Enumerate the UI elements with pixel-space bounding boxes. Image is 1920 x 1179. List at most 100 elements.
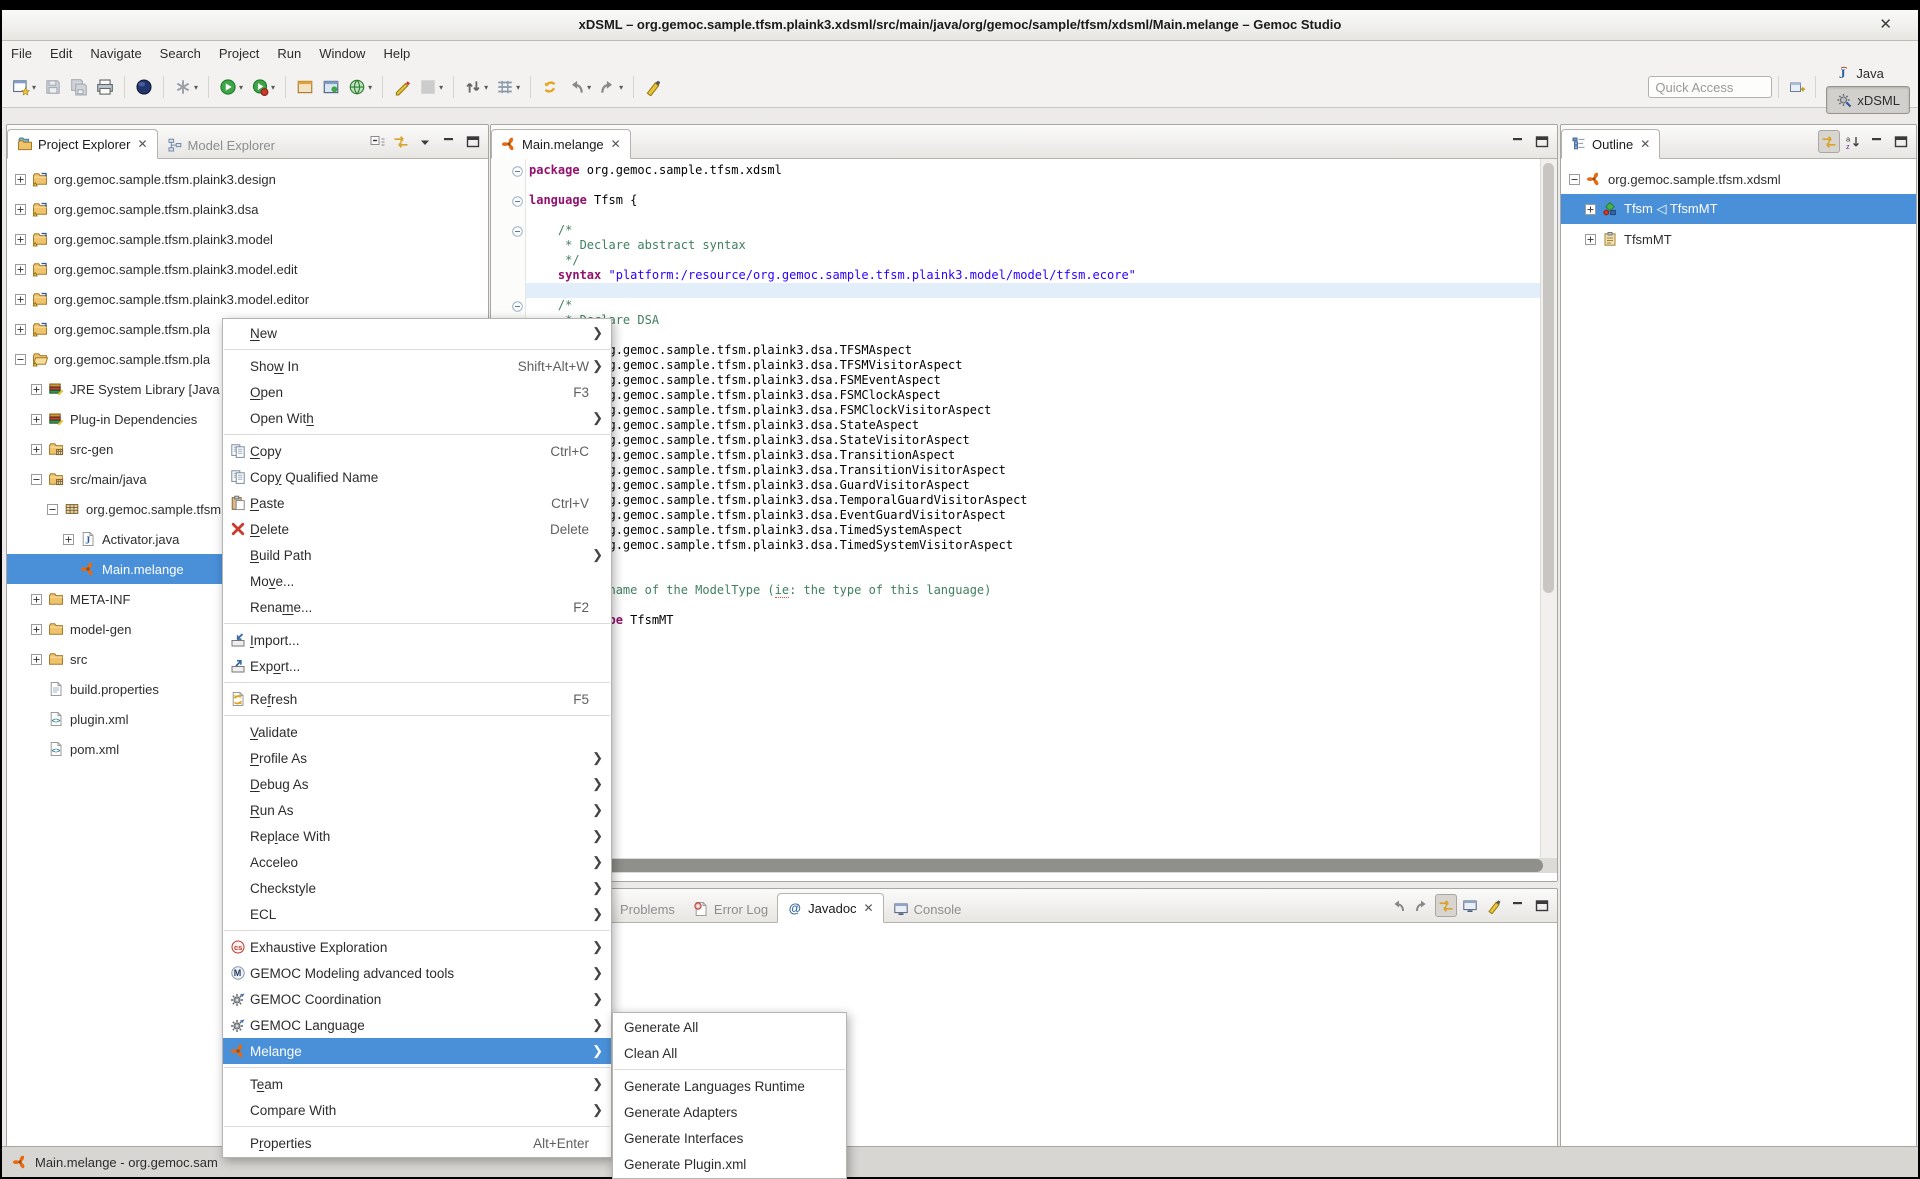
max-button[interactable] xyxy=(462,130,484,153)
menu-item-generate-plugin-xml[interactable]: Generate Plugin.xml xyxy=(613,1151,846,1177)
expand-expander-icon[interactable] xyxy=(31,594,42,605)
expand-expander-icon[interactable] xyxy=(31,414,42,425)
menu-item-generate-languages-runtime[interactable]: Generate Languages Runtime xyxy=(613,1073,846,1099)
menu-item-ecl[interactable]: ECL❯ xyxy=(223,901,611,927)
menu-item-open[interactable]: OpenF3 xyxy=(223,379,611,405)
expand-expander-icon[interactable] xyxy=(15,234,26,245)
collapse-expander-icon[interactable] xyxy=(15,354,26,365)
project-item-org-gemoc-sample-tfsm-plaink3-model[interactable]: org.gemoc.sample.tfsm.plaink3.model xyxy=(7,224,488,254)
close-tab-icon[interactable]: ✕ xyxy=(864,901,874,915)
menu-item-checkstyle[interactable]: Checkstyle❯ xyxy=(223,875,611,901)
menu-item-properties[interactable]: PropertiesAlt+Enter xyxy=(223,1130,611,1156)
expand-expander-icon[interactable] xyxy=(1585,234,1596,245)
expand-expander-icon[interactable] xyxy=(15,264,26,275)
menu-item-generate-interfaces[interactable]: Generate Interfaces xyxy=(613,1125,846,1151)
expand-expander-icon[interactable] xyxy=(31,384,42,395)
bottom-tab-console[interactable]: Console xyxy=(884,895,971,923)
new-gemoc-project-button[interactable] xyxy=(293,75,317,99)
expand-expander-icon[interactable] xyxy=(15,174,26,185)
menubar-item-project[interactable]: Project xyxy=(210,41,268,67)
editor-vertical-scrollbar[interactable] xyxy=(1540,159,1557,858)
explorer-tab-model-explorer[interactable]: Model Explorer xyxy=(158,131,284,159)
menu-item-open-with[interactable]: Open With❯ xyxy=(223,405,611,431)
editor-tab-main-melange[interactable]: Main.melange✕ xyxy=(491,129,631,159)
menu-item-debug-as[interactable]: Debug As❯ xyxy=(223,771,611,797)
bottom-tab-javadoc[interactable]: @Javadoc✕ xyxy=(777,893,883,923)
new-window-button[interactable] xyxy=(319,75,343,99)
menu-item-delete[interactable]: DeleteDelete xyxy=(223,516,611,542)
explorer-tab-project-explorer[interactable]: Project Explorer✕ xyxy=(7,129,158,159)
menu-item-validate[interactable]: Validate xyxy=(223,719,611,745)
save-all-button[interactable] xyxy=(67,75,91,99)
menu-item-rename-[interactable]: Rename...F2 xyxy=(223,594,611,620)
highlighter-button[interactable] xyxy=(641,75,665,99)
dropdown-arrow-icon[interactable]: ▾ xyxy=(484,83,488,92)
menu-item-refresh[interactable]: RefreshF5 xyxy=(223,686,611,712)
last-edit-button[interactable] xyxy=(538,75,562,99)
fold-collapse-icon[interactable] xyxy=(512,195,523,206)
max-button[interactable] xyxy=(1531,130,1553,153)
menu-item-import-[interactable]: Import... xyxy=(223,627,611,653)
expand-expander-icon[interactable] xyxy=(15,294,26,305)
menubar-item-navigate[interactable]: Navigate xyxy=(81,41,150,67)
menu-item-gemoc-modeling-advanced-tools[interactable]: MGEMOC Modeling advanced tools❯ xyxy=(223,960,611,986)
java-sphere-button[interactable] xyxy=(132,75,156,99)
dropdown-arrow-icon[interactable]: ▾ xyxy=(32,83,36,92)
expand-expander-icon[interactable] xyxy=(1585,204,1596,215)
console-button[interactable] xyxy=(1459,894,1481,917)
palette-button[interactable]: ▾ xyxy=(416,75,446,99)
menu-item-exhaustive-exploration[interactable]: csExhaustive Exploration❯ xyxy=(223,934,611,960)
expand-expander-icon[interactable] xyxy=(15,204,26,215)
menu-item-profile-as[interactable]: Profile As❯ xyxy=(223,745,611,771)
min-button[interactable] xyxy=(1507,130,1529,153)
dropdown-arrow-icon[interactable]: ▾ xyxy=(587,83,591,92)
sort-az-button[interactable]: az xyxy=(1842,130,1864,153)
min-button[interactable] xyxy=(438,130,460,153)
close-tab-icon[interactable]: ✕ xyxy=(137,137,147,151)
menu-item-clean-all[interactable]: Clean All xyxy=(613,1040,846,1066)
max-button[interactable] xyxy=(1531,894,1553,917)
open-perspective-button[interactable] xyxy=(1786,76,1808,98)
collapse-expander-icon[interactable] xyxy=(1569,174,1580,185)
back-button[interactable] xyxy=(1387,894,1409,917)
back-button[interactable]: ▾ xyxy=(564,75,594,99)
menu-item-team[interactable]: Team❯ xyxy=(223,1071,611,1097)
menu-item-paste[interactable]: PasteCtrl+V xyxy=(223,490,611,516)
menu-item-gemoc-coordination[interactable]: GEMOC Coordination❯ xyxy=(223,986,611,1012)
link-editor-button[interactable] xyxy=(1818,130,1840,153)
perspective-button-java[interactable]: JJava xyxy=(1826,60,1910,86)
window-close-button[interactable]: ✕ xyxy=(1879,10,1892,40)
dropdown-arrow-icon[interactable]: ▾ xyxy=(439,83,443,92)
expand-expander-icon[interactable] xyxy=(31,624,42,635)
menu-item-copy-qualified-name[interactable]: Copy Qualified Name xyxy=(223,464,611,490)
project-item-org-gemoc-sample-tfsm-plaink3-design[interactable]: org.gemoc.sample.tfsm.plaink3.design xyxy=(7,164,488,194)
menu-item-compare-with[interactable]: Compare With❯ xyxy=(223,1097,611,1123)
dropdown-arrow-icon[interactable]: ▾ xyxy=(271,83,275,92)
collapse-all-button[interactable] xyxy=(366,130,388,153)
highlighter-button[interactable] xyxy=(1483,894,1505,917)
dropdown-arrow-icon[interactable]: ▾ xyxy=(194,83,198,92)
menu-item-generate-adapters[interactable]: Generate Adapters xyxy=(613,1099,846,1125)
fold-collapse-icon[interactable] xyxy=(512,300,523,311)
dropdown-arrow-icon[interactable]: ▾ xyxy=(239,83,243,92)
dropdown-arrow-icon[interactable]: ▾ xyxy=(516,83,520,92)
expand-expander-icon[interactable] xyxy=(31,444,42,455)
forward-button[interactable] xyxy=(1411,894,1433,917)
menu-item-melange[interactable]: Melange❯ xyxy=(223,1038,611,1064)
new-wizard-button[interactable]: ▾ xyxy=(9,75,39,99)
expand-expander-icon[interactable] xyxy=(31,654,42,665)
outline-tab-outline[interactable]: Outline✕ xyxy=(1561,129,1660,159)
bottom-tab-problems[interactable]: Problems xyxy=(611,895,684,923)
menubar-item-edit[interactable]: Edit xyxy=(41,41,81,67)
collapse-expander-icon[interactable] xyxy=(31,474,42,485)
outline-item-tfsm-tfsmmt[interactable]: Tfsm ◁ TfsmMT xyxy=(1561,194,1916,224)
editor-horizontal-scrollbar[interactable] xyxy=(491,858,1557,873)
menu-item-replace-with[interactable]: Replace With❯ xyxy=(223,823,611,849)
run-button[interactable]: ▾ xyxy=(216,75,246,99)
menubar-item-file[interactable]: File xyxy=(2,41,41,67)
sort-updown-button[interactable]: ▾ xyxy=(461,75,491,99)
menubar-item-run[interactable]: Run xyxy=(268,41,310,67)
new-task-button[interactable]: ▾ xyxy=(171,75,201,99)
grid-button[interactable]: ▾ xyxy=(493,75,523,99)
run-external-button[interactable]: ▾ xyxy=(248,75,278,99)
